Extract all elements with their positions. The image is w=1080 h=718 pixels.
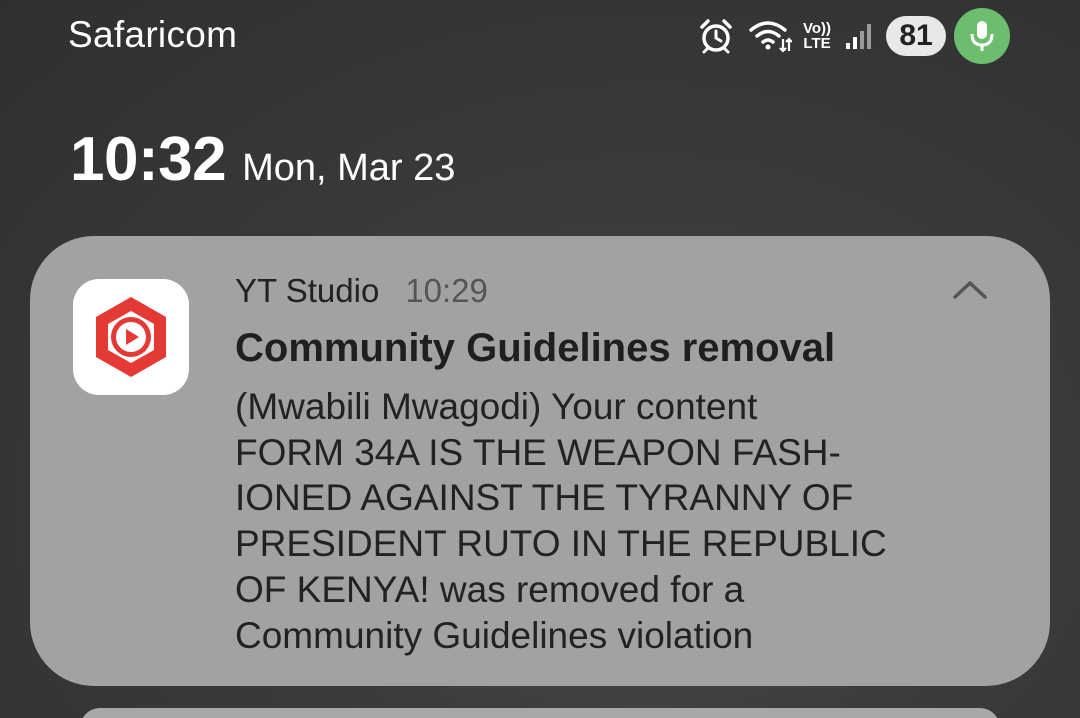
wifi-icon bbox=[748, 19, 792, 53]
app-name: YT Studio bbox=[235, 272, 380, 309]
notification-title: Community Guidelines removal bbox=[235, 326, 836, 370]
yt-studio-icon bbox=[73, 279, 189, 395]
body-line: Community Guidelines violation bbox=[235, 614, 754, 656]
clock-date: Mon, Mar 23 bbox=[242, 147, 456, 189]
carrier-name: Safaricom bbox=[68, 14, 238, 55]
status-bar: Safaricom Vo)) LTE 81 bbox=[0, 0, 1080, 80]
battery-icon: 81 bbox=[886, 16, 946, 56]
body-line: IONED AGAINST THE TYRANNY OF bbox=[235, 477, 854, 519]
signal-icon bbox=[844, 21, 874, 51]
chevron-up-icon[interactable] bbox=[952, 278, 988, 300]
next-notification-card[interactable] bbox=[80, 708, 1000, 718]
body-line: FORM 34A IS THE WEAPON FASH- bbox=[235, 431, 841, 473]
volte-icon: Vo)) LTE bbox=[800, 21, 834, 51]
notification-header: YT Studio 10:29 bbox=[235, 272, 488, 310]
lockscreen-clock: 10:32 Mon, Mar 23 bbox=[70, 124, 455, 195]
notification-card[interactable]: YT Studio 10:29 Community Guidelines rem… bbox=[30, 236, 1050, 686]
notification-time: 10:29 bbox=[405, 272, 488, 309]
battery-level: 81 bbox=[899, 19, 933, 52]
mic-icon[interactable] bbox=[954, 8, 1010, 64]
body-line: PRESIDENT RUTO IN THE REPUBLIC bbox=[235, 523, 887, 565]
notification-body: (Mwabili Mwagodi) Your content FORM 34A … bbox=[235, 384, 955, 658]
body-line: (Mwabili Mwagodi) Your content bbox=[235, 386, 758, 427]
status-icons: Vo)) LTE 81 bbox=[698, 8, 1010, 64]
clock-time: 10:32 bbox=[70, 125, 227, 194]
alarm-icon bbox=[698, 18, 734, 54]
lte-label: LTE bbox=[803, 35, 831, 52]
body-line: OF KENYA! was removed for a bbox=[235, 568, 745, 610]
volte-label: Vo)) bbox=[802, 20, 832, 37]
